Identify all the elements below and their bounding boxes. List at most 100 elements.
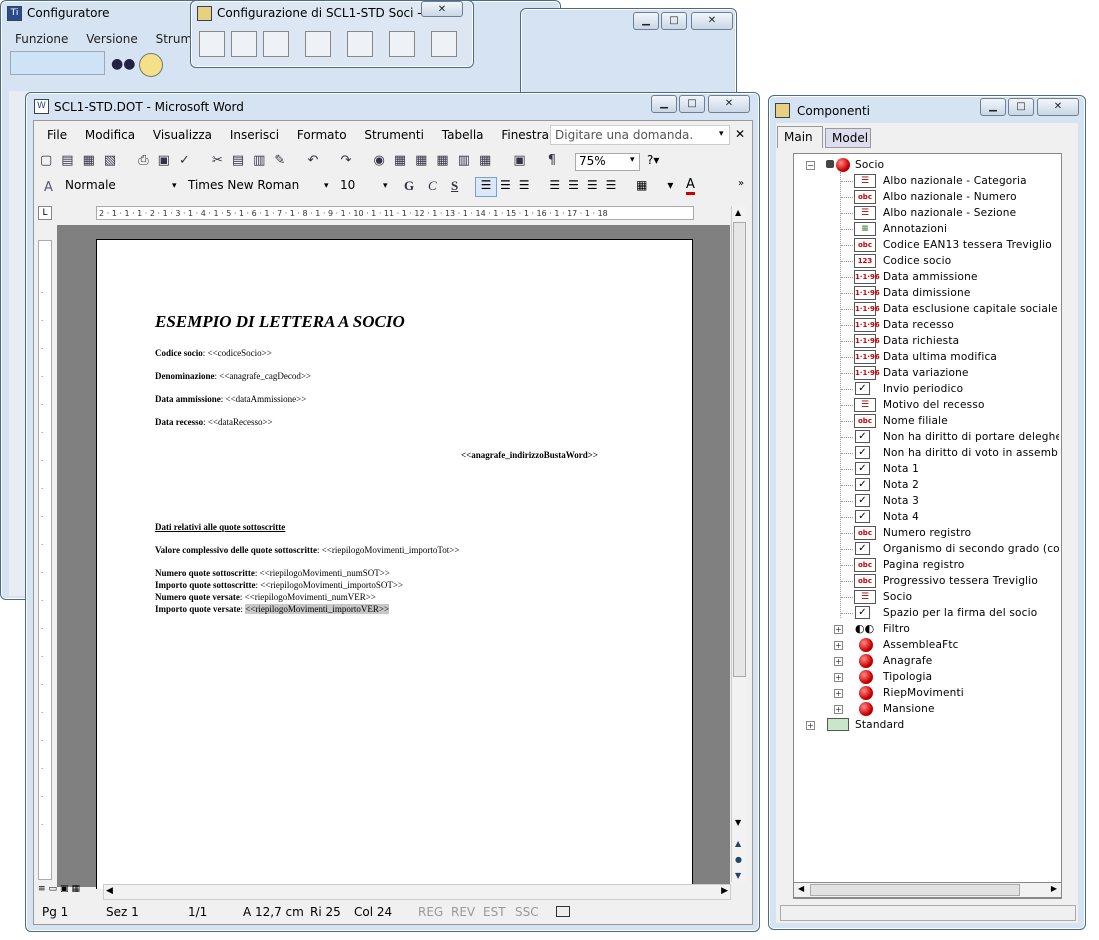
tree-scroll-thumb[interactable] bbox=[810, 884, 1020, 896]
tree-item[interactable]: Data ultima modifica bbox=[883, 349, 1059, 365]
italic-button[interactable]: C bbox=[428, 178, 437, 194]
tree-item[interactable]: Spazio per la firma del socio bbox=[883, 605, 1059, 621]
tree-collapse-icon[interactable]: − bbox=[806, 161, 815, 170]
tree-item[interactable]: Nota 4 bbox=[883, 509, 1059, 525]
tab-main[interactable]: Main bbox=[777, 126, 823, 148]
style-dropdown-icon[interactable]: ▾ bbox=[172, 181, 177, 191]
selected-text[interactable]: <<riepilogoMovimenti_importoVER>> bbox=[245, 604, 390, 614]
tree-expand-icon[interactable]: + bbox=[834, 705, 843, 714]
tree-item[interactable]: Nota 1 bbox=[883, 461, 1059, 477]
popup-close-button[interactable]: ✕ bbox=[421, 1, 463, 17]
exit-icon[interactable] bbox=[263, 31, 289, 57]
word-close-button[interactable]: ✕ bbox=[708, 95, 750, 113]
mascot-icon[interactable] bbox=[139, 53, 163, 77]
tree-item[interactable]: Progressivo tessera Treviglio bbox=[883, 573, 1059, 589]
save-as-icon[interactable] bbox=[231, 31, 257, 57]
tree-item[interactable]: Organismo di secondo grado (cons bbox=[883, 541, 1059, 557]
configuratore-input[interactable] bbox=[10, 51, 105, 75]
scroll-down-icon[interactable]: ▼ bbox=[735, 818, 741, 827]
binoculars-icon[interactable]: ●● bbox=[111, 56, 135, 74]
menu-modifica[interactable]: Modifica bbox=[85, 128, 135, 142]
font-select[interactable]: Times New Roman bbox=[185, 178, 333, 196]
tree-item[interactable]: Albo nazionale - Sezione bbox=[883, 205, 1059, 221]
tree-hscroll[interactable]: ◀ ▶ bbox=[793, 882, 1062, 898]
document-page[interactable]: ESEMPIO DI LETTERA A SOCIO Codice socio:… bbox=[96, 239, 693, 889]
puzzle-icon[interactable] bbox=[347, 31, 373, 57]
save-icon[interactable] bbox=[199, 31, 225, 57]
vertical-scrollbar[interactable]: ▲ ▼ ▲ ● ▼ bbox=[731, 206, 747, 882]
tree-item[interactable]: Invio periodico bbox=[883, 381, 1059, 397]
componenti-maximize-button[interactable]: □ bbox=[1008, 98, 1034, 116]
tree-group[interactable]: Filtro bbox=[883, 621, 910, 637]
document-close-icon[interactable]: ✕ bbox=[735, 127, 745, 141]
tree-item[interactable]: Data variazione bbox=[883, 365, 1059, 381]
tree-item[interactable]: Data recesso bbox=[883, 317, 1059, 333]
tab-model[interactable]: Model bbox=[825, 128, 871, 148]
tree-item[interactable]: Non ha diritto di voto in assemblea bbox=[883, 445, 1059, 461]
help-icon[interactable]: ?▾ bbox=[647, 153, 659, 167]
tree-item[interactable]: Numero registro bbox=[883, 525, 1059, 541]
menu-finestra[interactable]: Finestra bbox=[501, 128, 549, 142]
scroll-left-icon[interactable]: ◀ bbox=[106, 886, 113, 896]
scroll-thumb[interactable] bbox=[733, 222, 746, 677]
tree-item[interactable]: Motivo del recesso bbox=[883, 397, 1059, 413]
document-icon[interactable] bbox=[305, 31, 331, 57]
tree-item[interactable]: Albo nazionale - Numero bbox=[883, 189, 1059, 205]
tab-selector-icon[interactable]: L bbox=[38, 206, 52, 220]
bold-button[interactable]: G bbox=[404, 178, 414, 194]
menu-strumenti-word[interactable]: Strumenti bbox=[364, 128, 424, 142]
style-select[interactable]: Normale bbox=[62, 178, 182, 196]
toolbar-overflow-icon[interactable]: » bbox=[738, 178, 744, 189]
font-dropdown-icon[interactable]: ▾ bbox=[324, 181, 329, 191]
menu-versione[interactable]: Versione bbox=[86, 32, 138, 46]
browse-object-icons[interactable]: ▲ ● ▼ bbox=[735, 836, 742, 884]
size-dropdown-icon[interactable]: ▾ bbox=[383, 181, 388, 191]
scroll-right-icon[interactable]: ▶ bbox=[721, 886, 728, 896]
tree-expand-icon[interactable]: + bbox=[834, 689, 843, 698]
tree-item[interactable]: Non ha diritto di portare deleghe i bbox=[883, 429, 1059, 445]
componenti-minimize-button[interactable]: ▁ bbox=[980, 98, 1006, 116]
close-button[interactable]: ✕ bbox=[691, 12, 733, 30]
tree-item[interactable]: Nota 3 bbox=[883, 493, 1059, 509]
tree-group[interactable]: AssembleaFtc bbox=[883, 637, 959, 653]
edit-icon[interactable] bbox=[389, 31, 415, 57]
tree-group[interactable]: Mansione bbox=[883, 701, 935, 717]
menu-tabella[interactable]: Tabella bbox=[442, 128, 484, 142]
menu-funzione[interactable]: Funzione bbox=[15, 32, 68, 46]
tree-item[interactable]: Data richiesta bbox=[883, 333, 1059, 349]
properties-icon[interactable] bbox=[431, 31, 457, 57]
scroll-up-icon[interactable]: ▲ bbox=[735, 208, 741, 217]
tree-expand-icon[interactable]: + bbox=[834, 625, 843, 634]
word-maximize-button[interactable]: □ bbox=[679, 95, 705, 113]
tree-item[interactable]: Data dimissione bbox=[883, 285, 1059, 301]
font-color-icon[interactable]: A bbox=[686, 178, 695, 195]
tree-item[interactable]: Socio bbox=[883, 589, 1059, 605]
tree-item[interactable]: Data ammissione bbox=[883, 269, 1059, 285]
tree-item[interactable]: Pagina registro bbox=[883, 557, 1059, 573]
zoom-dropdown-icon[interactable]: ▾ bbox=[630, 155, 635, 165]
tree-scroll-right-icon[interactable]: ▶ bbox=[1051, 884, 1057, 893]
tree-expand-icon[interactable]: + bbox=[834, 673, 843, 682]
menu-file[interactable]: File bbox=[47, 128, 67, 142]
horizontal-scrollbar[interactable]: ◀ ▶ bbox=[103, 884, 731, 900]
ask-dropdown-icon[interactable]: ▾ bbox=[719, 129, 724, 139]
tree-expand-icon[interactable]: + bbox=[834, 657, 843, 666]
tree-item[interactable]: Codice socio bbox=[883, 253, 1059, 269]
tree-item[interactable]: Codice EAN13 tessera Treviglio bbox=[883, 237, 1059, 253]
word-minimize-button[interactable]: ▁ bbox=[651, 95, 677, 113]
maximize-button[interactable]: □ bbox=[661, 12, 687, 30]
tree-group[interactable]: Anagrafe bbox=[883, 653, 932, 669]
tree-expand-icon[interactable]: + bbox=[806, 721, 815, 730]
menu-formato[interactable]: Formato bbox=[297, 128, 347, 142]
tree-standard[interactable]: Standard bbox=[855, 717, 904, 733]
align-toolbar-icons[interactable]: ☰☰ ☰☰☰☰ ▦ ▾ bbox=[500, 178, 681, 192]
tree-item[interactable]: Nome filiale bbox=[883, 413, 1059, 429]
view-buttons[interactable]: ≡▭▣▦ bbox=[38, 884, 83, 894]
tree-group[interactable]: Tipologia bbox=[883, 669, 932, 685]
ask-question-box[interactable]: Digitare una domanda. bbox=[550, 125, 730, 145]
tree-scroll-left-icon[interactable]: ◀ bbox=[798, 884, 804, 893]
tree-item[interactable]: Albo nazionale - Categoria bbox=[883, 173, 1059, 189]
underline-button[interactable]: S bbox=[451, 178, 458, 194]
menu-inserisci[interactable]: Inserisci bbox=[230, 128, 279, 142]
tree-group[interactable]: RiepMovimenti bbox=[883, 685, 964, 701]
